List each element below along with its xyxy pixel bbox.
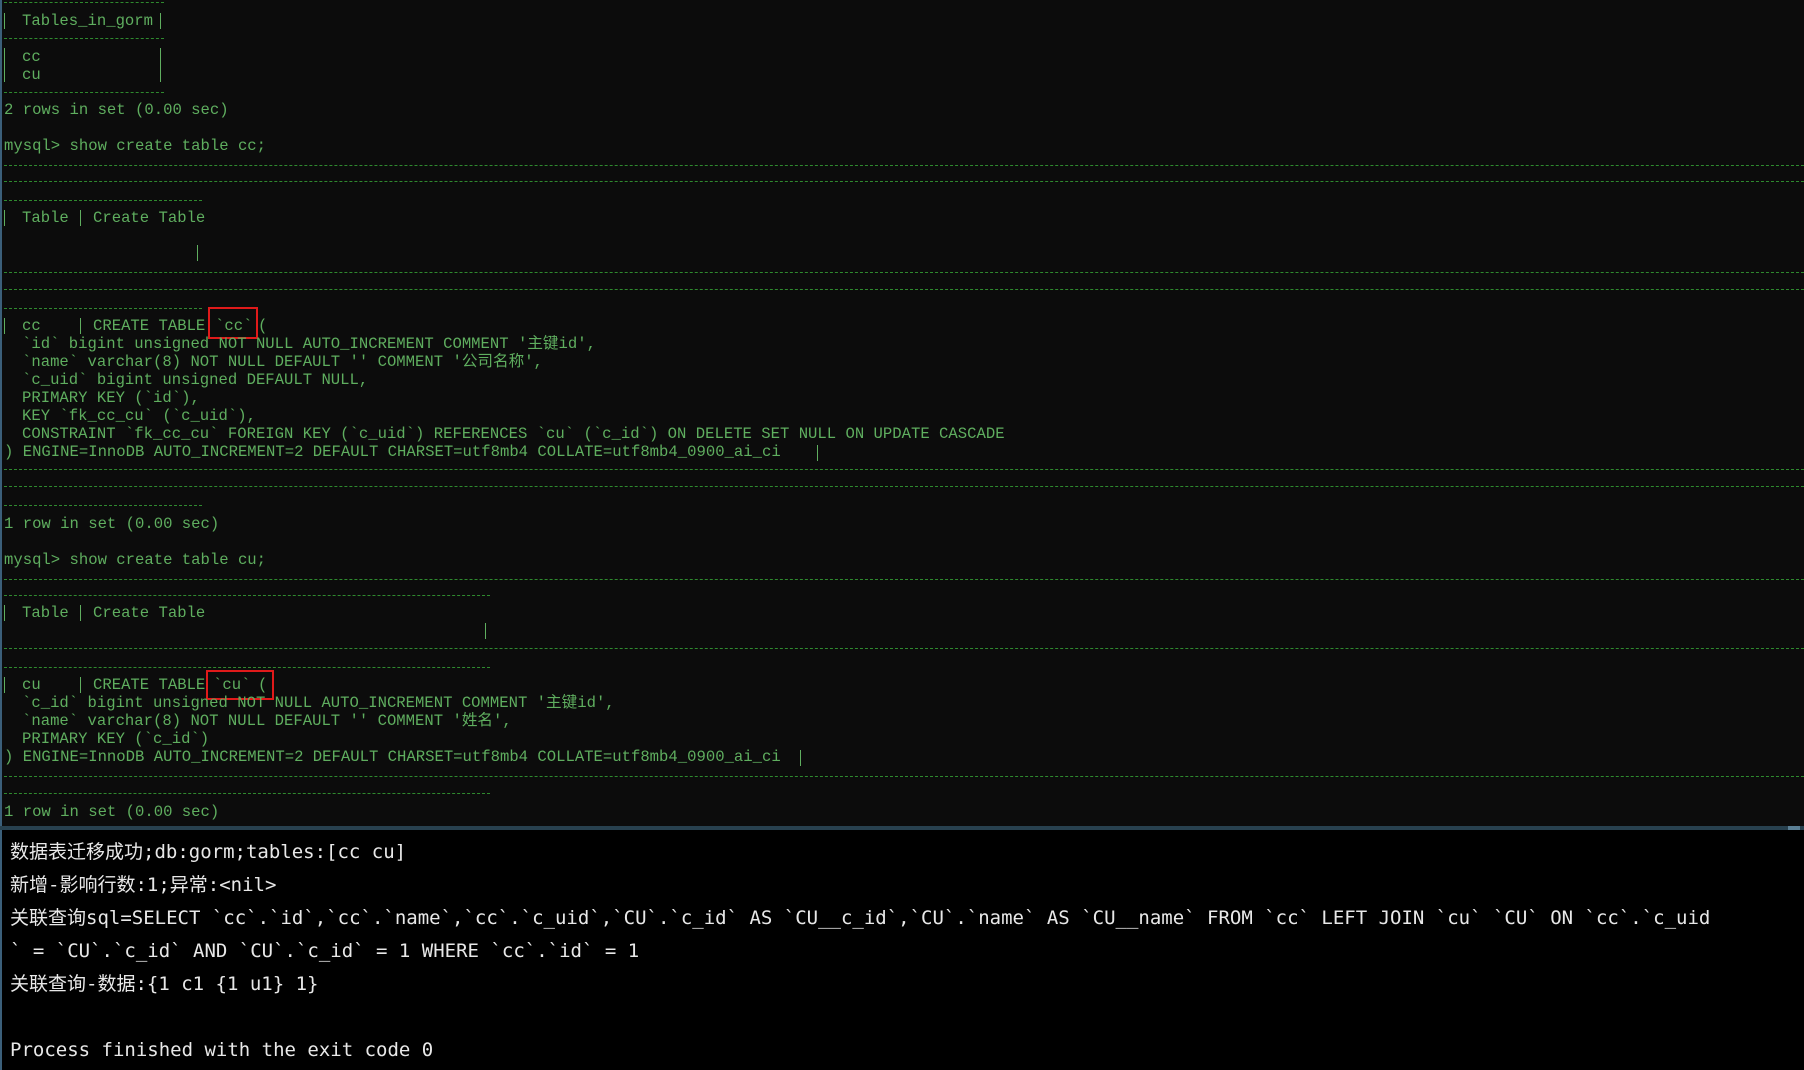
table-border bbox=[160, 13, 161, 29]
table-border bbox=[4, 486, 1804, 487]
cc-row-count: 1 row in set (0.00 sec) bbox=[4, 515, 220, 533]
cc-ddl-line: `name` varchar(8) NOT NULL DEFAULT '' CO… bbox=[22, 353, 543, 371]
mysql-command-cc: mysql> show create table cc; bbox=[4, 137, 267, 155]
table-border bbox=[160, 48, 161, 82]
table-border bbox=[80, 318, 81, 334]
open-paren: ( bbox=[258, 317, 268, 335]
create-table-keyword: CREATE TABLE bbox=[93, 676, 206, 694]
table-border bbox=[4, 648, 1804, 649]
table-border bbox=[4, 289, 1804, 290]
cc-ddl-line: KEY `fk_cc_cu` (`c_uid`), bbox=[22, 407, 256, 425]
row-table-cc: cc bbox=[22, 317, 41, 335]
table-border bbox=[4, 210, 5, 226]
table-border bbox=[80, 605, 81, 621]
table-border bbox=[4, 181, 1804, 182]
row-table-cu: cu bbox=[22, 676, 41, 694]
table-border bbox=[4, 595, 490, 596]
table-border bbox=[4, 13, 5, 29]
mysql-command-cu: mysql> show create table cu; bbox=[4, 551, 267, 569]
tables-row-count: 2 rows in set (0.00 sec) bbox=[4, 101, 229, 119]
cc-ddl-line: `id` bigint unsigned NOT NULL AUTO_INCRE… bbox=[22, 335, 596, 353]
table-border bbox=[4, 579, 1804, 580]
table-border bbox=[80, 677, 81, 693]
table-border bbox=[4, 308, 202, 309]
console-line-result: 关联查询-数据:{1 c1 {1 u1} 1} bbox=[10, 973, 319, 995]
table-border bbox=[800, 750, 801, 766]
run-console[interactable]: 数据表迁移成功;db:gorm;tables:[cc cu] 新增-影响行数:1… bbox=[0, 830, 1804, 1070]
table-border bbox=[4, 776, 1804, 777]
console-line-sql: 关联查询sql=SELECT `cc`.`id`,`cc`.`name`,`cc… bbox=[10, 907, 1711, 929]
table-border bbox=[4, 200, 202, 201]
table-border bbox=[4, 318, 5, 334]
table-border bbox=[197, 245, 198, 261]
table-border bbox=[4, 677, 5, 693]
table-border bbox=[4, 505, 202, 506]
cc-ddl-line: CONSTRAINT `fk_cc_cu` FOREIGN KEY (`c_ui… bbox=[22, 425, 1005, 443]
tables-header: Tables_in_gorm bbox=[22, 12, 154, 30]
console-line-insert: 新增-影响行数:1;异常:<nil> bbox=[10, 874, 277, 896]
column-header-create-table: Create Table bbox=[93, 209, 206, 227]
cc-ddl-line: PRIMARY KEY (`id`), bbox=[22, 389, 200, 407]
console-line-migration: 数据表迁移成功;db:gorm;tables:[cc cu] bbox=[10, 841, 407, 863]
cc-engine-line: ) ENGINE=InnoDB AUTO_INCREMENT=2 DEFAULT… bbox=[4, 443, 781, 461]
table-border bbox=[4, 667, 490, 668]
cu-ddl-line: PRIMARY KEY (`c_id`) bbox=[22, 730, 210, 748]
table-border bbox=[4, 2, 164, 3]
column-header-table: Table bbox=[22, 209, 69, 227]
cc-ddl-line: `c_uid` bigint unsigned DEFAULT NULL, bbox=[22, 371, 369, 389]
cu-engine-line: ) ENGINE=InnoDB AUTO_INCREMENT=2 DEFAULT… bbox=[4, 748, 781, 766]
table-border bbox=[4, 165, 1804, 166]
table-border bbox=[4, 272, 1804, 273]
table-name-cu: cu bbox=[22, 66, 41, 84]
cu-ddl-line: `name` varchar(8) NOT NULL DEFAULT '' CO… bbox=[22, 712, 512, 730]
table-border bbox=[4, 92, 164, 93]
table-border bbox=[485, 623, 486, 639]
table-border bbox=[4, 793, 490, 794]
table-border bbox=[80, 210, 81, 226]
table-name-cc: cc bbox=[22, 48, 41, 66]
table-border bbox=[4, 38, 164, 39]
table-border bbox=[4, 48, 5, 82]
column-header-table: Table bbox=[22, 604, 69, 622]
table-border bbox=[4, 605, 5, 621]
cu-ddl-line: `c_id` bigint unsigned NOT NULL AUTO_INC… bbox=[22, 694, 615, 712]
column-header-create-table: Create Table bbox=[93, 604, 206, 622]
create-table-keyword: CREATE TABLE bbox=[93, 317, 206, 335]
cu-row-count: 1 row in set (0.00 sec) bbox=[4, 803, 220, 821]
console-line-sql-cont: ` = `CU`.`c_id` AND `CU`.`c_id` = 1 WHER… bbox=[10, 940, 640, 962]
table-border bbox=[4, 469, 1804, 470]
mysql-terminal-pane[interactable]: Tables_in_gorm cc cu 2 rows in set (0.00… bbox=[0, 0, 1804, 826]
console-line-exit: Process finished with the exit code 0 bbox=[10, 1039, 434, 1061]
table-border bbox=[817, 445, 818, 461]
